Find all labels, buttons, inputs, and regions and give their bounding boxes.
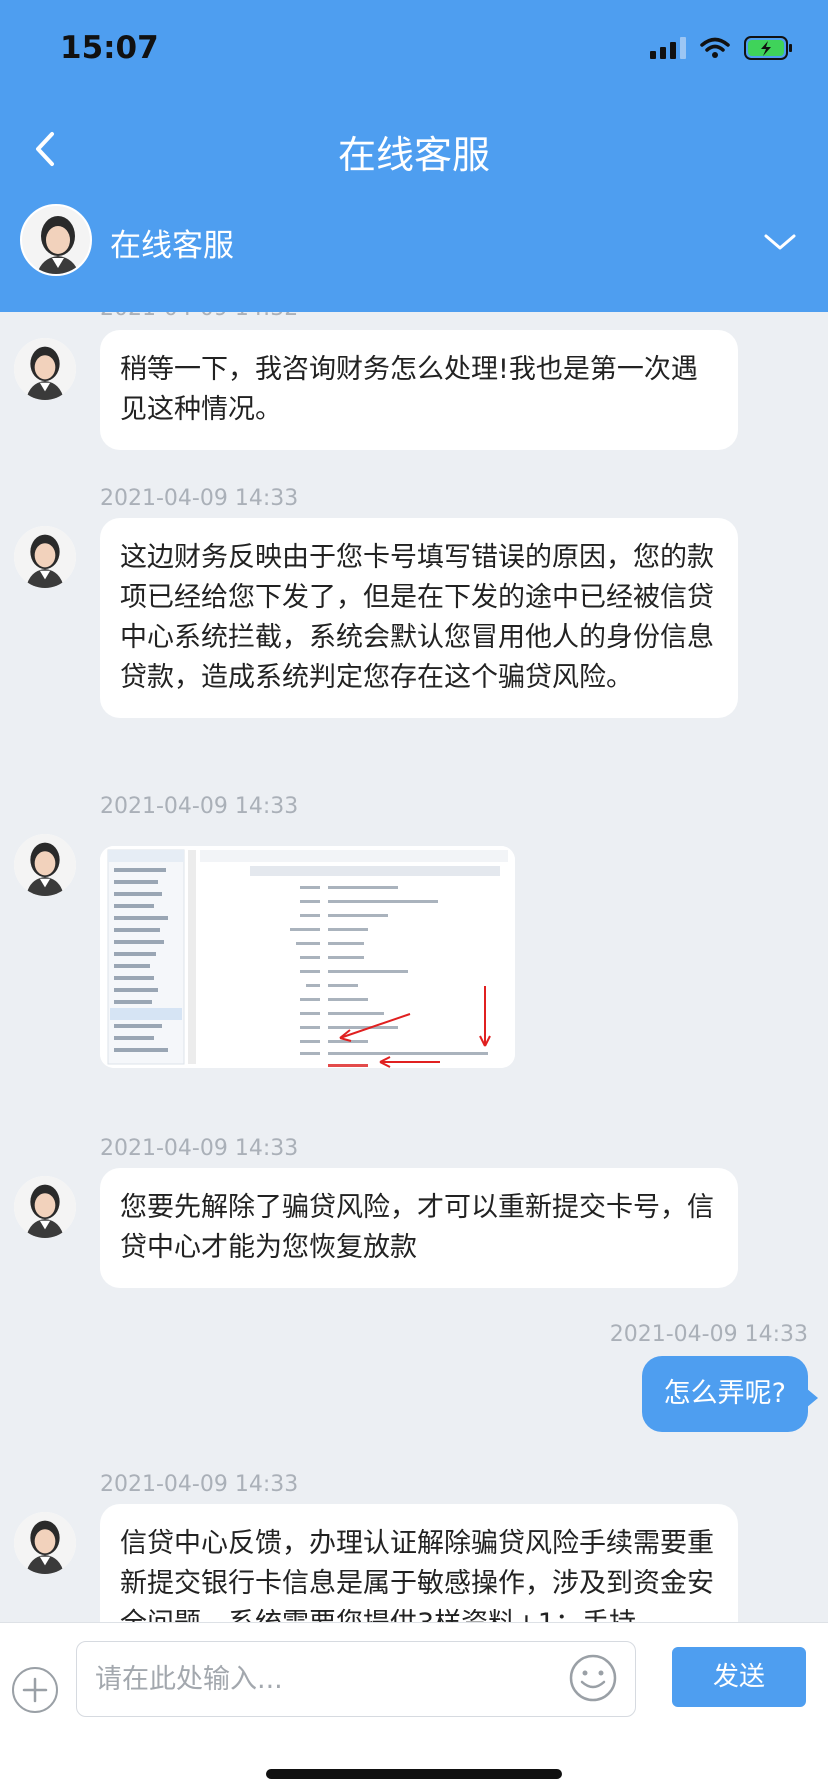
message-bubble: 这边财务反映由于您卡号填写错误的原因，您的款项已经给您下发了，但是在下发的途中已… bbox=[100, 518, 738, 718]
chevron-down-icon[interactable] bbox=[762, 230, 798, 254]
page-title: 在线客服 bbox=[337, 133, 490, 177]
header: 15:07 在线客服 在线客服 bbox=[0, 0, 828, 312]
message-input-box[interactable] bbox=[76, 1641, 636, 1717]
message-bubble: 您要先解除了骗贷风险，才可以重新提交卡号，信贷中心才能为您恢复放款 bbox=[100, 1168, 738, 1288]
image-message[interactable] bbox=[100, 846, 515, 1068]
message-bubble: 稍等一下，我咨询财务怎么处理!我也是第一次遇见这种情况。 bbox=[100, 330, 738, 450]
message-timestamp: 2021-04-09 14:33 bbox=[100, 1472, 299, 1497]
battery-icon bbox=[744, 36, 794, 60]
agent-avatar bbox=[14, 1176, 76, 1238]
send-button[interactable]: 发送 bbox=[672, 1647, 806, 1707]
message-timestamp: 2021-04-09 14:33 bbox=[100, 486, 299, 511]
agent-avatar bbox=[14, 526, 76, 588]
signal-icon bbox=[650, 37, 686, 59]
chat-area[interactable]: 2021-04-09 14:32 稍等一下，我咨询财务怎么处理!我也是第一次遇见… bbox=[0, 312, 828, 1622]
status-time: 15:07 bbox=[60, 30, 159, 66]
message-input[interactable] bbox=[95, 1656, 535, 1702]
agent-avatar bbox=[14, 1512, 76, 1574]
agent-avatar bbox=[20, 204, 92, 276]
message-timestamp: 2021-04-09 14:33 bbox=[100, 1136, 299, 1161]
agent-name: 在线客服 bbox=[110, 228, 234, 264]
agent-avatar bbox=[14, 834, 76, 896]
message-timestamp: 2021-04-09 14:33 bbox=[609, 1322, 808, 1347]
add-attachment-button[interactable] bbox=[12, 1667, 58, 1713]
status-icons bbox=[650, 36, 794, 60]
input-bar: 发送 bbox=[0, 1622, 828, 1792]
emoji-icon[interactable] bbox=[567, 1652, 619, 1704]
agent-avatar bbox=[14, 338, 76, 400]
home-indicator[interactable] bbox=[266, 1769, 562, 1779]
message-timestamp: 2021-04-09 14:32 bbox=[100, 312, 298, 321]
message-timestamp: 2021-04-09 14:33 bbox=[100, 794, 299, 819]
my-message-bubble: 怎么弄呢? bbox=[641, 1356, 819, 1432]
wifi-icon bbox=[700, 37, 730, 59]
message-bubble: 信贷中心反馈，办理认证解除骗贷风险手续需要重新提交银行卡信息是属于敏感操作，涉及… bbox=[100, 1504, 738, 1622]
